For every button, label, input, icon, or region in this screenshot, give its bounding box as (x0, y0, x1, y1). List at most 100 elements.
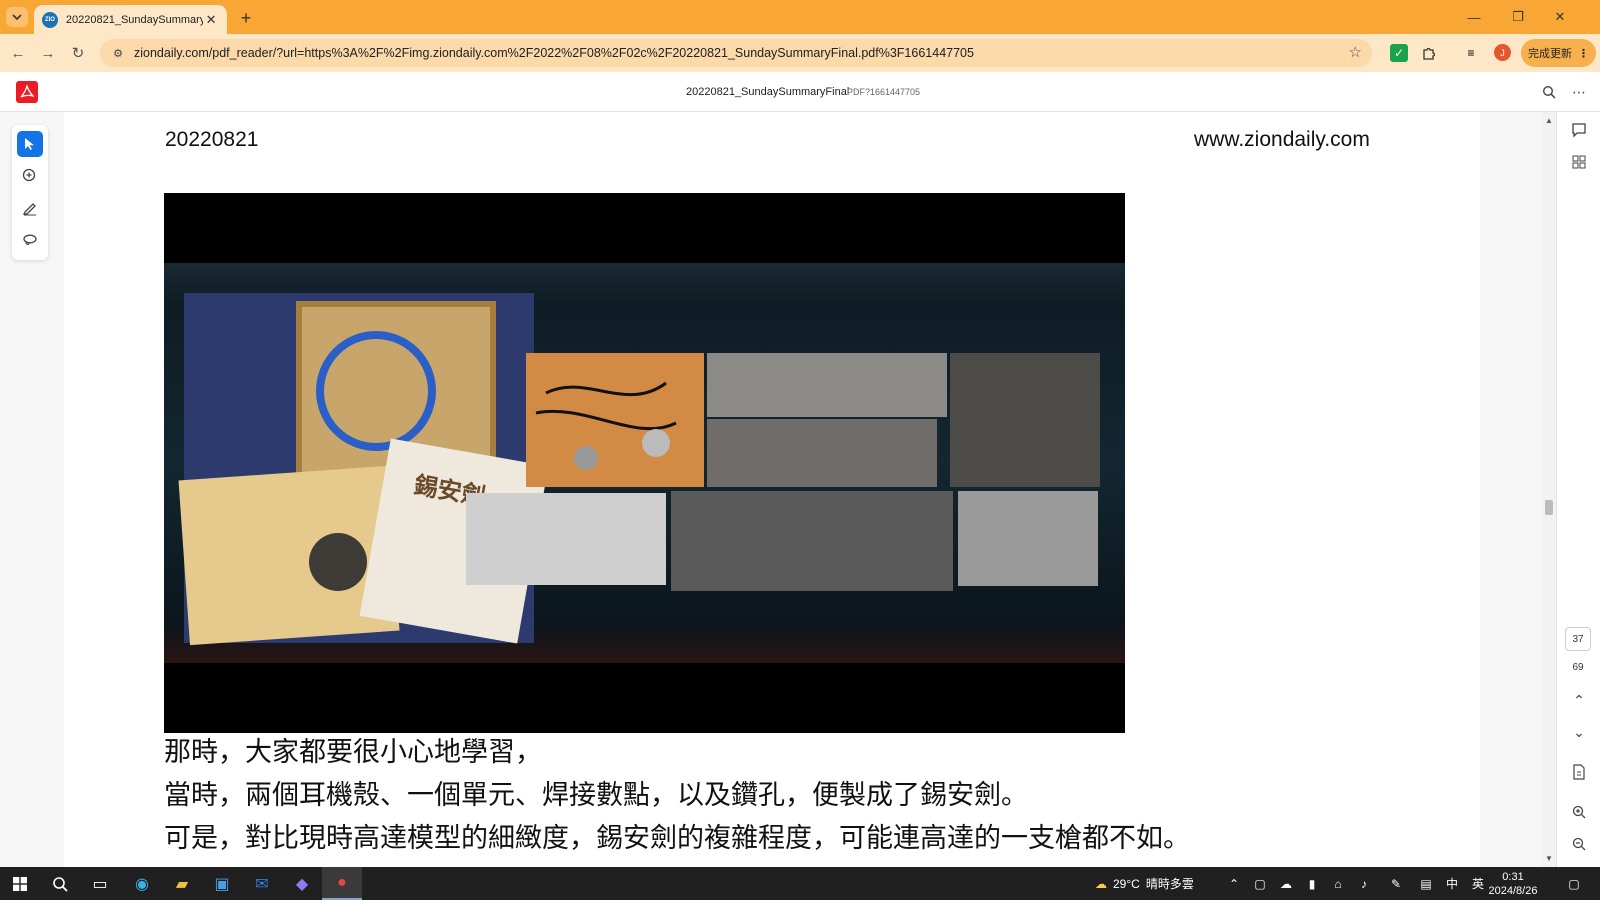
store-icon[interactable]: ▣ (202, 867, 242, 900)
zoom-plus-icon (1572, 805, 1586, 819)
windows-start-icon[interactable] (0, 867, 40, 900)
collage-workshop-photo-3 (950, 353, 1100, 487)
tab-search-button[interactable] (6, 7, 28, 27)
forward-arrow-icon[interactable]: → (38, 43, 58, 63)
earphone-icon (535, 381, 677, 470)
page-text-line-2: 當時，兩個耳機殼、一個單元、焊接數點，以及鑽孔，便製成了錫安劍。 (164, 780, 1028, 811)
chevron-down-icon (12, 14, 22, 21)
scroll-up-icon[interactable]: ▲ (1545, 116, 1553, 125)
pdf-page: 20220821 www.ziondaily.com 錫安劍 那時，大家都要很小… (64, 112, 1480, 867)
comments-panel-icon[interactable] (1569, 120, 1589, 140)
page-scrollbar[interactable]: ▲ ▼ (1542, 112, 1556, 867)
puzzle-icon (1423, 47, 1436, 60)
more-vertical-icon: ⋮ (1578, 47, 1589, 60)
zoom-minus-icon (1572, 837, 1586, 851)
page-text-line-3: 可是，對比現時高達模型的細緻度，錫安劍的複雜程度，可能連高達的一支槍都不如。 (164, 823, 1190, 854)
page-photo: 錫安劍 (164, 193, 1125, 733)
task-view-icon[interactable]: ▭ (80, 867, 120, 900)
previous-page-chevron-up-icon[interactable]: ⌃ (1569, 690, 1589, 710)
profile-avatar[interactable]: J (1494, 44, 1511, 61)
clock-date: 2024/8/26 (1488, 885, 1538, 897)
update-button[interactable]: 完成更新 ⋮ (1521, 39, 1596, 67)
chrome-taskbar-icon[interactable]: ● (322, 867, 362, 900)
collage-soldering-photo (466, 493, 666, 585)
acrobat-mark-icon (20, 85, 34, 98)
acrobat-logo-icon (16, 81, 38, 103)
volume-icon[interactable]: ♪ (1352, 867, 1376, 900)
grid-icon (1572, 155, 1586, 169)
update-label: 完成更新 (1528, 48, 1572, 60)
taskbar-search-icon[interactable] (40, 867, 80, 900)
clock-time: 0:31 (1502, 871, 1524, 883)
blue-cable-coil (316, 331, 436, 451)
scroll-thumb[interactable] (1545, 500, 1553, 515)
restore-icon[interactable]: ❐ (1498, 0, 1538, 34)
tab-title: 20220821_SundaySummaryF (65, 13, 204, 26)
bookmark-star-icon[interactable]: ☆ (1349, 43, 1362, 61)
thumbnails-grid-icon[interactable] (1569, 152, 1589, 172)
pen-icon (22, 203, 36, 216)
collage-earphone-photo (526, 353, 704, 487)
highlight-pen-icon[interactable] (17, 195, 43, 221)
reload-icon[interactable]: ↻ (68, 43, 88, 63)
search-icon[interactable] (1540, 83, 1558, 101)
copilot-icon[interactable]: ◆ (282, 867, 322, 900)
page-export-icon[interactable] (1569, 762, 1589, 782)
file-explorer-icon[interactable]: ▰ (162, 867, 202, 900)
onedrive-cloud-icon[interactable]: ☁ (1274, 867, 1298, 900)
system-clock[interactable]: 0:31 2024/8/26 (1478, 870, 1548, 898)
weather-widget[interactable]: ☁ 29°C 晴時多雲 (1095, 867, 1194, 900)
extensions-puzzle-icon[interactable] (1420, 44, 1438, 62)
collage-workshop-photo-2 (707, 419, 937, 487)
minimize-icon[interactable]: — (1454, 0, 1494, 34)
site-info-icon[interactable]: ⚙ (108, 43, 128, 63)
photo-product-box: 錫安劍 (178, 293, 549, 646)
new-tab-plus-icon[interactable]: + (235, 7, 257, 29)
back-arrow-icon[interactable]: ← (8, 43, 28, 63)
scroll-down-icon[interactable]: ▼ (1545, 854, 1553, 863)
pen-workspace-icon[interactable]: ✎ (1384, 867, 1408, 900)
tab-strip: ZIO 20220821_SundaySummaryF ✕ + — ❐ ✕ (0, 0, 1600, 34)
weather-temp: 29°C (1113, 876, 1140, 891)
url-text[interactable]: ziondaily.com/pdf_reader/?url=https%3A%2… (134, 46, 1324, 60)
address-bar[interactable]: ⚙ ziondaily.com/pdf_reader/?url=https%3A… (100, 39, 1372, 67)
ziondaily-favicon-icon: ZIO (42, 11, 58, 28)
select-tool-cursor-icon[interactable] (17, 131, 43, 157)
more-horizontal-icon[interactable]: ⋯ (1570, 83, 1588, 101)
comment-bubble-icon (22, 168, 36, 182)
weather-desc: 晴時多雲 (1145, 877, 1194, 891)
annotation-toolbar (12, 125, 48, 260)
tab-active[interactable]: ZIO 20220821_SundaySummaryF ✕ (34, 5, 227, 34)
windows-taskbar: ▭ ◉ ▰ ▣ ✉ ◆ ● ☁ 29°C 晴時多雲 ⌃ ▢ ☁ ▮ ⌂ ♪ ✎ … (0, 867, 1600, 900)
keyboard-icon[interactable]: ▤ (1414, 867, 1438, 900)
collage-classroom-photo (671, 491, 953, 591)
total-pages: 69 (1572, 662, 1584, 673)
current-page-input[interactable]: 37 (1565, 627, 1591, 651)
document-tag: PDF?1661447705 (847, 87, 921, 97)
media-queue-icon[interactable]: ≡ (1462, 44, 1480, 62)
freehand-draw-icon[interactable] (17, 227, 43, 253)
tray-overflow-chevron-up-icon[interactable]: ⌃ (1222, 867, 1246, 900)
network-icon[interactable]: ⌂ (1326, 867, 1350, 900)
chat-bubble-icon (1572, 123, 1586, 138)
zoom-in-icon[interactable] (1569, 802, 1589, 822)
cursor-icon (25, 138, 34, 150)
battery-icon[interactable]: ▮ (1300, 867, 1324, 900)
document-title: 20220821_SundaySummaryFinal (686, 86, 850, 98)
notification-center-icon[interactable]: ▢ (1562, 867, 1586, 900)
edge-browser-icon[interactable]: ◉ (122, 867, 162, 900)
extension-check-icon[interactable]: ✓ (1390, 44, 1408, 62)
mail-icon[interactable]: ✉ (242, 867, 282, 900)
next-page-chevron-down-icon[interactable]: ⌄ (1569, 722, 1589, 742)
tab-close-icon[interactable]: ✕ (203, 12, 219, 28)
meet-now-icon[interactable]: ▢ (1248, 867, 1272, 900)
wax-seal (309, 533, 367, 591)
pdf-reader-header: 20220821_SundaySummaryFinal PDF?16614477… (0, 72, 1600, 112)
window-close-icon[interactable]: ✕ (1540, 0, 1580, 34)
add-comment-icon[interactable] (17, 163, 43, 189)
ime-language[interactable]: 中 (1440, 867, 1464, 900)
right-side-panel: 37 69 ⌃ ⌄ (1556, 112, 1600, 867)
zoom-out-icon[interactable] (1569, 834, 1589, 854)
page-header-date: 20220821 (165, 128, 259, 151)
lasso-icon (23, 234, 37, 245)
